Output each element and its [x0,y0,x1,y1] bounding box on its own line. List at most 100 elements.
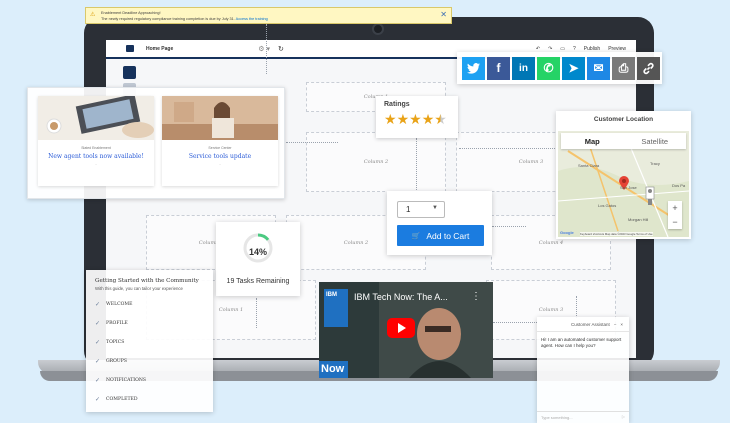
map-place-label: Morgan Hill [628,217,649,222]
whatsapp-icon[interactable]: ✆ [537,56,560,80]
column-label: Column 1 [218,307,244,313]
preview-button[interactable]: Preview [608,46,626,52]
app-grid-icon[interactable] [126,45,134,52]
star-icon[interactable]: ★ [409,111,422,127]
ratings-panel: Ratings ★★★★★ [376,96,458,138]
step-label: GROUPS [106,359,128,364]
column-label: Column 3 [538,307,564,313]
linkedin-icon[interactable]: in [512,56,535,80]
step-profile[interactable]: ✓ PROFILE [95,314,204,333]
connector-line [576,296,577,318]
step-topics[interactable]: ✓ TOPICS [95,333,204,352]
connector-line [492,226,526,227]
check-icon: ✓ [95,320,101,327]
column-label: Column 4 [538,239,564,246]
print-icon[interactable]: ⎙ [612,56,635,80]
community-heading: Getting Started with the Community [95,278,199,284]
map-place-label: San Jose [620,185,637,190]
news-card[interactable]: Service Center Service tools update ... [162,96,278,186]
page-name[interactable]: Home Page [146,46,173,52]
chat-message: Hi! I am an automated customer support a… [541,337,622,349]
news-title[interactable]: New agent tools now available! [38,153,154,160]
step-completed[interactable]: ✓ COMPLETED [95,390,204,409]
step-label: TOPICS [106,340,125,345]
tasks-progress-panel: 14% 19 Tasks Remaining [216,222,300,296]
help-icon[interactable]: ? [573,46,576,52]
layout-column[interactable]: Column 2 [306,132,446,192]
half-star-icon[interactable]: ★ [434,111,447,127]
chat-header: Customer Assistant − × [537,317,629,332]
add-to-cart-button[interactable]: 🛒 Add to Cart [397,225,484,246]
map-type-tabs: Map Satellite [561,133,686,149]
chat-title: Customer Assistant [570,321,610,327]
connector-line [416,138,417,190]
getting-started-panel: Getting Started with the Community With … [86,270,213,412]
column-label: Column 2 [343,239,369,246]
refresh-icon[interactable]: ↻ [278,45,284,53]
connector-line [256,298,257,328]
step-label: WELCOME [106,302,133,307]
news-card[interactable]: Slated Enablement New agent tools now av… [38,96,154,186]
quantity-value: 1 [406,205,411,214]
video-title[interactable]: IBM Tech Now: The A... [354,292,448,302]
twitter-icon[interactable] [462,56,485,80]
close-icon[interactable]: ✕ [440,10,447,19]
star-icon[interactable]: ★ [384,111,397,127]
more-options-icon[interactable]: ⋮ [471,291,481,302]
chevron-down-icon: ▼ [432,205,438,211]
facebook-glyph: f [496,61,501,75]
publish-button[interactable]: Publish [584,46,600,52]
customer-assistant-chat: Customer Assistant − × Hi! I am an autom… [537,317,629,423]
linkedin-glyph: in [519,62,528,74]
connector-line [493,322,537,323]
step-label: NOTIFICATIONS [106,378,147,383]
ibm-logo: IBM [324,289,348,327]
camera-icon [372,23,384,35]
close-icon[interactable]: × [620,322,623,327]
video-player[interactable]: IBM Now IBM Tech Now: The A... ⋮ [319,282,493,378]
link-icon[interactable] [637,56,660,80]
bolt-icon[interactable] [123,66,136,79]
send-icon[interactable]: ▷ [622,414,625,419]
redo-icon[interactable]: ↷ [548,46,552,52]
email-glyph: ✉ [593,61,604,75]
page-settings-icon[interactable]: ⚙ ▾ [258,45,270,53]
connector-line [266,24,267,74]
progress-percent: 14% [248,247,267,257]
step-welcome[interactable]: ✓ WELCOME [95,295,204,314]
chat-input[interactable]: Type something... ▷ [537,411,629,423]
device-preview-icon[interactable]: ▭ [560,46,565,52]
tab-satellite[interactable]: Satellite [624,133,687,149]
step-notifications[interactable]: ✓ NOTIFICATIONS [95,371,204,390]
check-icon: ✓ [95,377,101,384]
map-attribution[interactable]: Keyboard shortcuts Map data ©2023 Google… [580,232,653,236]
check-icon: ✓ [95,358,101,365]
undo-icon[interactable]: ↶ [536,46,540,52]
play-button-icon[interactable] [387,318,415,338]
add-to-cart-label: Add to Cart [426,230,470,241]
cart-icon: 🛒 [411,232,421,240]
quantity-select[interactable]: 1 ▼ [397,201,445,218]
facebook-icon[interactable]: f [487,56,510,80]
news-category: Slated Enablement [81,146,111,150]
news-title[interactable]: Service tools update [162,153,278,160]
toast-link[interactable]: Access the training [236,17,268,21]
star-rating[interactable]: ★★★★★ [384,111,450,128]
check-icon: ✓ [95,396,101,403]
zoom-in-button[interactable]: + [668,201,682,215]
laptop-photo [38,96,154,140]
telegram-icon[interactable]: ➤ [562,56,585,80]
star-icon[interactable]: ★ [397,111,410,127]
email-icon[interactable]: ✉ [587,56,610,80]
step-groups[interactable]: ✓ GROUPS [95,352,204,371]
connector-line [286,142,338,143]
map-title: Customer Location [593,116,654,123]
minimize-icon[interactable]: − [614,322,617,327]
column-label: Column 2 [363,159,389,165]
onboarding-steps: ✓ WELCOME ✓ PROFILE ✓ TOPICS ✓ GROUPS ✓ NOTIF… [95,295,204,409]
star-icon[interactable]: ★ [422,111,435,127]
tab-map[interactable]: Map [561,133,624,149]
map-zoom-controls: + − [668,201,682,229]
zoom-out-button[interactable]: − [668,215,682,229]
map-place-label: Los Gatos [598,203,617,208]
